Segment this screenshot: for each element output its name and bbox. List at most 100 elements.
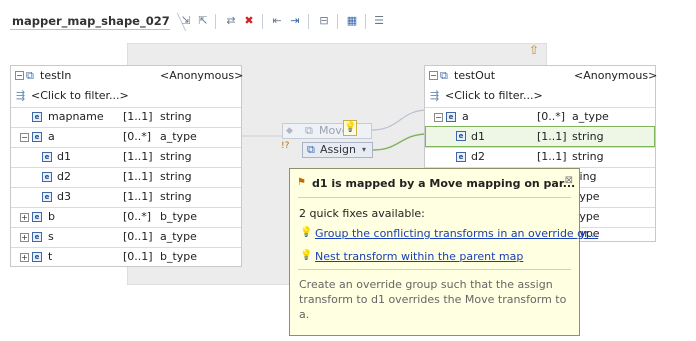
element-icon: e bbox=[456, 152, 466, 162]
input-row-d2[interactable]: e d2 [1..1] string bbox=[11, 167, 241, 187]
assign-transform[interactable]: ⧉ Assign ▾ bbox=[302, 142, 373, 158]
row-cardinality: [0..*] bbox=[123, 210, 152, 223]
element-icon: e bbox=[446, 112, 456, 122]
row-type: string bbox=[572, 130, 604, 143]
row-cardinality: [0..*] bbox=[123, 130, 152, 143]
input-row-s[interactable]: + e s [0..1] a_type bbox=[11, 227, 241, 247]
element-icon: e bbox=[32, 232, 42, 242]
assign-connection bbox=[372, 133, 429, 151]
element-icon: e bbox=[42, 172, 52, 182]
fix-description: Create an override group such that the a… bbox=[299, 278, 567, 321]
popup-divider bbox=[298, 269, 571, 270]
close-icon[interactable]: ⊠ bbox=[565, 175, 573, 186]
filter-label[interactable]: <Click to filter...> bbox=[31, 86, 129, 106]
diamond-icon: ◆ bbox=[286, 126, 293, 136]
row-name: b bbox=[48, 210, 55, 223]
popup-title: d1 is mapped by a Move mapping on par... bbox=[312, 177, 576, 190]
expand-icon[interactable]: + bbox=[20, 213, 29, 222]
input-row-d3[interactable]: e d3 [1..1] string bbox=[11, 187, 241, 207]
row-name: s bbox=[48, 230, 54, 243]
row-name: d3 bbox=[57, 190, 71, 203]
row-name: a bbox=[462, 110, 469, 123]
row-cardinality: [0..1] bbox=[123, 230, 153, 243]
element-icon: e bbox=[42, 192, 52, 202]
row-type: string bbox=[160, 150, 192, 163]
input-row-d1[interactable]: e d1 [1..1] string bbox=[11, 147, 241, 167]
filter-icon: ⇶ bbox=[16, 89, 26, 102]
chevron-down-icon[interactable]: ▾ bbox=[362, 143, 366, 157]
row-type: string bbox=[160, 110, 192, 123]
output-name: testOut bbox=[454, 69, 496, 82]
filter-icon: ⇶ bbox=[430, 89, 440, 102]
row-cardinality: [0..*] bbox=[537, 110, 566, 123]
output-row-d1[interactable]: e d1 [1..1] string bbox=[425, 126, 655, 147]
row-name: d2 bbox=[471, 150, 485, 163]
row-cardinality: [1..1] bbox=[123, 170, 153, 183]
input-name: testIn bbox=[40, 69, 72, 82]
row-name: mapname bbox=[48, 110, 104, 123]
row-type: string bbox=[160, 190, 192, 203]
quick-fix-popup[interactable]: ⚑ d1 is mapped by a Move mapping on par.… bbox=[289, 168, 598, 336]
output-header: − ⧉ testOut <Anonymous> bbox=[425, 66, 658, 86]
assign-icon: ⧉ bbox=[307, 143, 315, 156]
row-type: string bbox=[160, 170, 192, 183]
input-row-mapname[interactable]: e mapname [1..1] string bbox=[11, 107, 241, 127]
output-row-a[interactable]: − e a [0..*] a_type bbox=[425, 107, 655, 127]
filter-label[interactable]: <Click to filter...> bbox=[445, 86, 543, 106]
row-type: b_type bbox=[160, 250, 198, 263]
row-name: d1 bbox=[57, 150, 71, 163]
row-cardinality: [1..1] bbox=[537, 130, 567, 143]
lightbulb-icon: 💡 bbox=[300, 227, 313, 238]
lightbulb-icon[interactable]: 💡 bbox=[343, 120, 357, 136]
input-filter[interactable]: ⇶ <Click to filter...> bbox=[11, 86, 241, 106]
element-icon: e bbox=[456, 131, 466, 141]
output-row-d2[interactable]: e d2 [1..1] string bbox=[425, 147, 655, 167]
fix-count: 2 quick fixes available: bbox=[299, 207, 425, 220]
collapse-icon[interactable]: − bbox=[20, 133, 29, 142]
collapse-icon[interactable]: − bbox=[434, 113, 443, 122]
expand-icon[interactable]: + bbox=[20, 253, 29, 262]
row-type: a_type bbox=[160, 130, 197, 143]
row-cardinality: [1..1] bbox=[123, 110, 153, 123]
collapse-icon[interactable]: − bbox=[429, 71, 438, 80]
expand-icon[interactable]: + bbox=[20, 233, 29, 242]
row-cardinality: [0..1] bbox=[123, 250, 153, 263]
fix-link-nest-transform[interactable]: Nest transform within the parent map bbox=[315, 250, 523, 263]
row-type: string bbox=[572, 150, 604, 163]
input-header: − ⧉ testIn <Anonymous> bbox=[11, 66, 244, 86]
assign-label: Assign bbox=[320, 143, 356, 156]
input-row-t[interactable]: + e t [0..1] b_type bbox=[11, 247, 241, 267]
element-icon: e bbox=[32, 212, 42, 222]
move-transform[interactable]: ◆ ⧉ Move bbox=[282, 123, 372, 139]
row-name: d1 bbox=[471, 130, 485, 143]
popup-divider bbox=[298, 197, 571, 198]
row-type: a_type bbox=[160, 230, 197, 243]
output-type-icon: ⧉ bbox=[440, 69, 448, 82]
row-cardinality: [1..1] bbox=[537, 150, 567, 163]
row-name: a bbox=[48, 130, 55, 143]
collapse-icon[interactable]: − bbox=[15, 71, 24, 80]
element-icon: e bbox=[32, 252, 42, 262]
move-icon: ⧉ bbox=[305, 124, 313, 137]
row-type: b_type bbox=[160, 210, 198, 223]
warning-marker-icon: !? bbox=[281, 141, 290, 151]
problem-icon: ⚑ bbox=[297, 177, 306, 188]
input-type: <Anonymous> bbox=[160, 69, 244, 82]
row-name: d2 bbox=[57, 170, 71, 183]
move-connection bbox=[371, 109, 429, 131]
row-cardinality: [1..1] bbox=[123, 150, 153, 163]
element-icon: e bbox=[42, 152, 52, 162]
fix-link-override-group[interactable]: Group the conflicting transforms in an o… bbox=[315, 227, 598, 240]
input-row-a[interactable]: − e a [0..*] a_type bbox=[11, 127, 241, 147]
row-cardinality: [1..1] bbox=[123, 190, 153, 203]
output-type: <Anonymous> bbox=[574, 69, 658, 82]
element-icon: e bbox=[32, 132, 42, 142]
row-name: t bbox=[48, 250, 53, 263]
lightbulb-icon: 💡 bbox=[300, 250, 313, 261]
row-type: a_type bbox=[572, 110, 609, 123]
input-type-icon: ⧉ bbox=[26, 69, 34, 82]
output-filter[interactable]: ⇶ <Click to filter...> bbox=[425, 86, 655, 106]
input-box[interactable]: − ⧉ testIn <Anonymous> ⇶ <Click to filte… bbox=[10, 65, 244, 267]
element-icon: e bbox=[32, 112, 42, 122]
input-row-b[interactable]: + e b [0..*] b_type bbox=[11, 207, 241, 227]
